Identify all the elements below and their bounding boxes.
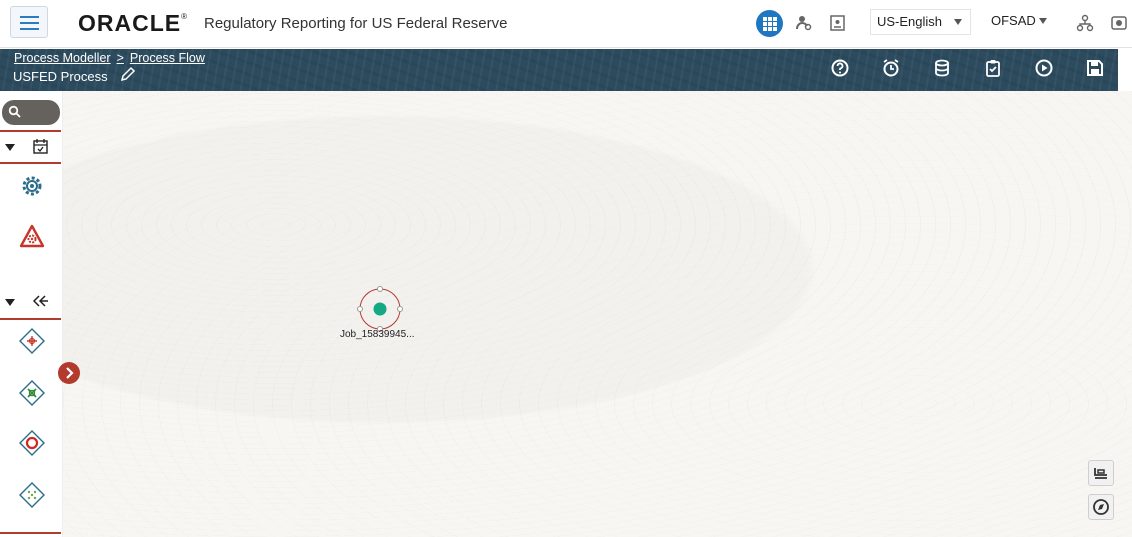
contact-card-icon[interactable] xyxy=(829,14,847,32)
palette-search-input[interactable] xyxy=(2,100,60,125)
breadcrumb: Process Modeller > Process Flow xyxy=(14,51,205,65)
process-canvas[interactable] xyxy=(62,91,1132,537)
job-node[interactable] xyxy=(356,286,404,332)
app-title: Regulatory Reporting for US Federal Rese… xyxy=(204,15,508,32)
divider xyxy=(0,318,61,320)
edit-pencil-icon[interactable] xyxy=(120,66,136,82)
diamond-dots-icon[interactable] xyxy=(19,482,45,508)
clipboard-icon[interactable] xyxy=(983,58,1003,78)
process-header: Process Modeller > Process Flow USFED Proc… xyxy=(0,49,1118,91)
breadcrumb-separator: > xyxy=(116,51,124,65)
process-name: USFED Process xyxy=(13,69,108,84)
divider xyxy=(0,130,61,132)
search-icon xyxy=(8,105,21,118)
chevron-right-icon xyxy=(66,367,74,379)
collapse-triangle-icon[interactable] xyxy=(5,299,15,306)
node-status-dot xyxy=(373,302,387,316)
hamburger-menu-icon[interactable] xyxy=(10,6,48,38)
app-grid-icon[interactable] xyxy=(756,10,783,37)
double-chevron-left-icon xyxy=(32,295,48,307)
layout-toggle-icon[interactable] xyxy=(1088,460,1114,486)
screenshot-icon[interactable] xyxy=(1110,14,1128,32)
database-icon[interactable] xyxy=(932,58,952,78)
gear-icon[interactable] xyxy=(20,174,44,198)
user-name: OFSAD xyxy=(991,13,1036,28)
oracle-logo: ORACLE® xyxy=(78,10,189,36)
warning-gear-icon[interactable] xyxy=(18,223,46,251)
top-bar: ORACLE® Regulatory Reporting for US Fede… xyxy=(0,0,1132,48)
chevron-down-icon xyxy=(1039,18,1047,24)
collapse-triangle-icon[interactable] xyxy=(5,144,15,151)
divider xyxy=(0,532,61,534)
chevron-down-icon xyxy=(954,19,962,25)
diamond-circle-icon[interactable] xyxy=(19,430,45,456)
component-palette xyxy=(0,91,63,537)
alarm-icon[interactable] xyxy=(881,58,901,78)
divider xyxy=(0,162,61,164)
language-select[interactable]: US-English xyxy=(870,9,971,35)
expand-palette-button[interactable] xyxy=(58,362,80,384)
hierarchy-icon[interactable] xyxy=(1076,14,1094,32)
user-menu[interactable]: OFSAD xyxy=(985,9,1055,35)
diamond-cross-icon[interactable] xyxy=(19,380,45,406)
user-settings-icon[interactable] xyxy=(795,14,813,32)
help-icon[interactable] xyxy=(830,58,850,78)
breadcrumb-process-modeller[interactable]: Process Modeller xyxy=(14,51,111,65)
compass-icon[interactable] xyxy=(1088,494,1114,520)
run-icon[interactable] xyxy=(1034,58,1054,78)
language-value: US-English xyxy=(877,14,943,29)
diamond-plus-icon[interactable] xyxy=(19,328,45,354)
breadcrumb-process-flow[interactable]: Process Flow xyxy=(130,51,205,65)
job-node-label: Job_15839945... xyxy=(340,329,415,340)
save-icon[interactable] xyxy=(1085,58,1105,78)
calendar-icon xyxy=(33,139,48,154)
